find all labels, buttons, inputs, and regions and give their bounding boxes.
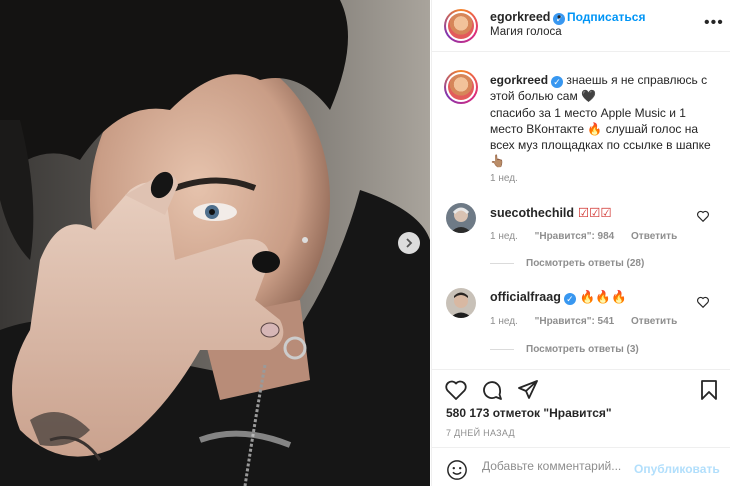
comment-likes-count[interactable]: "Нравится": 541 — [535, 316, 615, 327]
caption: egorkreed ✓ знаешь я не справлюсь с этой … — [490, 72, 720, 170]
comment-meta: 1 нед. "Нравится": 541 Ответить — [490, 316, 691, 327]
caption-avatar[interactable] — [444, 70, 478, 104]
follow-button[interactable]: Подписаться — [567, 10, 645, 24]
more-options-icon[interactable]: ••• — [704, 14, 724, 32]
caption-emoji-1: 🖤 — [581, 89, 597, 104]
caption-meta: 1 нед. — [490, 173, 532, 184]
comment-input[interactable] — [482, 459, 632, 473]
caption-time[interactable]: 1 нед. — [490, 173, 518, 184]
reply-button[interactable]: Ответить — [631, 316, 677, 327]
likes-count[interactable]: 580 173 отметок "Нравится" — [446, 406, 612, 420]
caption-emoji-3: 👆🏽 — [490, 154, 505, 169]
post-header: egorkreed ✓ • Подписаться Магия голоса ••… — [432, 0, 730, 52]
post-sidebar: egorkreed ✓ • Подписаться Магия голоса ••… — [431, 0, 730, 486]
comment-username[interactable]: suecothechild ☑☑☑ — [490, 205, 612, 220]
caption-username[interactable]: egorkreed — [490, 73, 548, 87]
add-comment-row: Опубликовать — [432, 447, 730, 486]
bookmark-icon[interactable] — [697, 378, 721, 402]
caption-emoji-2: 🔥 — [587, 121, 603, 136]
comment-bubble-icon[interactable] — [480, 378, 504, 402]
view-replies-button[interactable]: Посмотреть ответы (28) — [490, 258, 644, 269]
post-date[interactable]: 7 ДНЕЙ НАЗАД — [446, 428, 515, 438]
photo-image — [0, 0, 430, 486]
verified-icon: ✓ — [563, 293, 576, 305]
verified-icon: ✓ — [551, 76, 564, 88]
comment-meta: 1 нед. "Нравится": 984 Ответить — [490, 231, 691, 242]
chevron-right-icon — [406, 238, 413, 248]
smiley-icon[interactable] — [446, 459, 468, 481]
comment-time[interactable]: 1 нед. — [490, 316, 518, 327]
view-replies-button[interactable]: Посмотреть ответы (3) — [490, 344, 639, 355]
comment-time[interactable]: 1 нед. — [490, 231, 518, 242]
heart-icon[interactable] — [444, 378, 468, 402]
comment-avatar[interactable] — [446, 203, 476, 233]
carousel-next-button[interactable] — [398, 232, 420, 254]
author-username[interactable]: egorkreed ✓ — [490, 10, 566, 25]
post-location[interactable]: Магия голоса — [490, 26, 562, 38]
comment-text: 🔥🔥🔥 — [579, 290, 627, 304]
comment-likes-count[interactable]: "Нравится": 984 — [535, 231, 615, 242]
comment-like-icon[interactable] — [696, 209, 710, 223]
reply-button[interactable]: Ответить — [631, 231, 677, 242]
post-photo[interactable] — [0, 0, 430, 486]
comment-text: ☑☑☑ — [578, 206, 612, 220]
comment-avatar[interactable] — [446, 288, 476, 318]
comment-like-icon[interactable] — [696, 295, 710, 309]
paper-plane-icon[interactable] — [516, 378, 540, 402]
comment-username[interactable]: officialfraag ✓ 🔥🔥🔥 — [490, 290, 627, 305]
separator-dot: • — [557, 10, 562, 24]
publish-button[interactable]: Опубликовать — [634, 462, 720, 476]
author-avatar[interactable] — [444, 9, 478, 43]
